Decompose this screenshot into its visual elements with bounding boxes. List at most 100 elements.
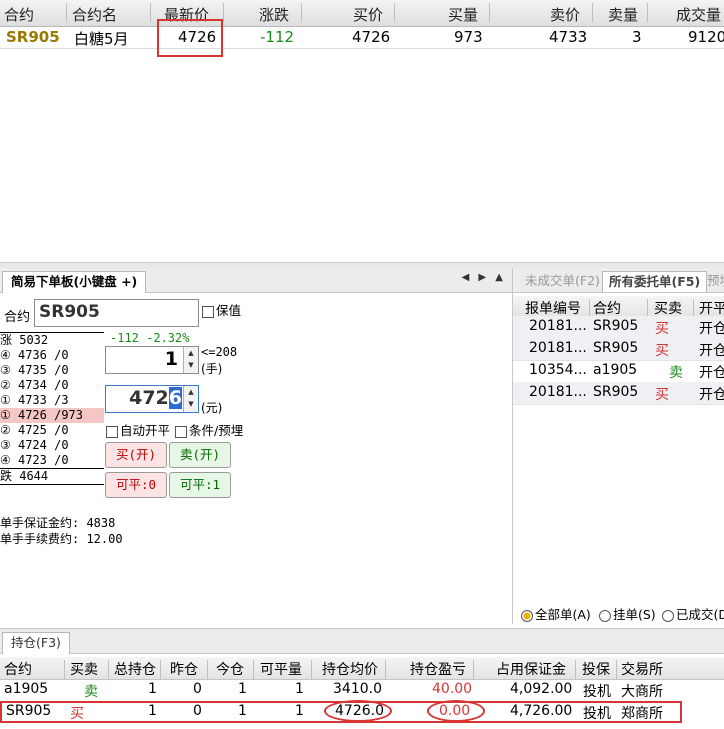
condition-checkbox[interactable]: 条件/预埋 [175,420,243,439]
header-volume[interactable]: 成交量 [676,4,721,25]
pos-col-today[interactable]: 今仓 [216,659,244,679]
limit-down: 跌 4644 [0,468,104,485]
bid-level-4[interactable]: ④ 4723 /0 [0,453,104,468]
pos-exchange: 郑商所 [621,706,663,722]
pos-col-pnl[interactable]: 持仓盈亏 [410,659,466,679]
close-sell-button[interactable]: 可平:1 [169,472,231,498]
bid-level-1[interactable]: ① 4726 /973 [0,408,104,423]
hedge-checkbox[interactable]: 保值 [202,300,241,319]
quote-change: -112 [260,28,295,46]
orders-col-id[interactable]: 报单编号 [525,298,581,318]
orders-col-oc[interactable]: 开平 [699,298,724,318]
tab-all-orders[interactable]: 所有委托单(F5) [602,271,708,292]
tab-positions[interactable]: 持仓(F3) [2,632,70,654]
header-bid[interactable]: 买价 [353,4,383,25]
pos-closable: 1 [295,681,304,697]
pos-total: 1 [148,703,157,719]
contract-input[interactable]: SR905 [34,299,199,327]
qty-arrows-icon[interactable]: ▲ ▼ [183,347,198,373]
header-name[interactable]: 合约名 [72,4,117,25]
order-row[interactable]: 20181... SR905 买 开仓 [513,338,724,361]
radio-icon [521,609,533,622]
filter-all[interactable]: 全部单(A) [521,604,591,623]
auto-close-label: 自动开平 [120,423,171,438]
order-oc: 开仓 [699,321,724,337]
tab-preset[interactable]: 预埋 [701,271,724,291]
pos-col-contract[interactable]: 合约 [4,659,32,679]
tab-simple-order[interactable]: 简易下单板(小键盘 +) [2,271,147,293]
orders-panel: 未成交单(F2) 所有委托单(F5) 预埋 报单编号 合约 买卖 开平 2018… [513,268,724,624]
positions-panel: 持仓(F3) 合约 买卖 总持仓 昨仓 今仓 可平量 持仓均价 持仓盈亏 占用保… [0,628,724,729]
order-oc: 开仓 [699,365,724,381]
ask-level-1[interactable]: ① 4733 /3 [0,393,104,408]
price-stepper[interactable]: 4726 ▲ ▼ [105,385,199,413]
qty-unit: (手) [201,362,223,376]
bid-level-3[interactable]: ③ 4724 /0 [0,438,104,453]
header-change[interactable]: 涨跌 [259,4,289,25]
pos-col-margin[interactable]: 占用保证金 [496,659,566,679]
pos-margin: 4,092.00 [510,681,573,697]
ask-level-4[interactable]: ④ 4736 /0 [0,348,104,363]
ask-level-2[interactable]: ② 4734 /0 [0,378,104,393]
filter-pending[interactable]: 挂单(S) [599,604,656,623]
limit-up: 涨 5032 [0,332,104,348]
close-buy-button[interactable]: 可平:0 [105,472,167,498]
bid-level-2[interactable]: ② 4725 /0 [0,423,104,438]
header-bid-vol[interactable]: 买量 [448,4,478,25]
order-side: 买 [655,321,669,337]
qty-stepper[interactable]: 1 ▲ ▼ [105,346,199,374]
header-ask[interactable]: 卖价 [550,4,580,25]
contract-input-value: SR905 [39,302,100,322]
order-filter-bar: 全部单(A) 挂单(S) 已成交(D [513,602,724,622]
pos-col-yesterday[interactable]: 昨仓 [170,659,198,679]
pos-side: 卖 [84,684,98,700]
filter-filled[interactable]: 已成交(D [662,604,724,623]
order-id: 20181... [529,384,587,400]
sell-open-button[interactable]: 卖(开) [169,442,231,468]
hedge-label: 保值 [216,303,242,318]
price-arrows-icon[interactable]: ▲ ▼ [183,386,198,412]
checkbox-icon [202,305,214,318]
filter-all-label: 全部单(A) [535,607,591,622]
pos-col-exchange[interactable]: 交易所 [621,659,663,679]
pos-col-total[interactable]: 总持仓 [114,659,156,679]
radio-icon [662,609,674,622]
auto-close-checkbox[interactable]: 自动开平 [106,420,170,439]
quote-table: 合约 合约名 最新价 涨跌 买价 买量 卖价 卖量 成交量 SR905 白糖5月… [0,0,724,57]
pos-contract: a1905 [4,681,49,697]
positions-header: 合约 买卖 总持仓 昨仓 今仓 可平量 持仓均价 持仓盈亏 占用保证金 投保 交… [0,657,724,680]
order-row[interactable]: 20181... SR905 买 开仓 [513,316,724,339]
orders-col-side[interactable]: 买卖 [654,298,682,318]
margin-estimate: 单手保证金约: 4838 [0,516,116,530]
pos-col-closable[interactable]: 可平量 [260,659,302,679]
pos-today: 1 [238,681,247,697]
pos-side: 买 [70,706,84,722]
pos-yesterday: 0 [193,703,202,719]
tab-nav-arrows-icon[interactable]: ◀ ▶ ▲ [462,272,506,283]
order-contract: SR905 [593,340,639,356]
pos-col-avg[interactable]: 持仓均价 [322,659,378,679]
order-row[interactable]: 10354... a1905 卖 开仓 [513,360,724,383]
pos-exchange: 大商所 [621,684,663,700]
qty-value: 1 [164,348,178,370]
order-id: 20181... [529,318,587,334]
quote-header: 合约 合约名 最新价 涨跌 买价 买量 卖价 卖量 成交量 [0,0,724,27]
pos-avg: 3410.0 [333,681,382,697]
change-text: -112 -2.32% [110,331,190,345]
pos-col-side[interactable]: 买卖 [70,659,98,679]
quote-name: 白糖5月 [74,30,129,48]
quote-volume: 9120 [688,28,724,46]
qty-limit: <=208 [201,345,238,359]
buy-open-button[interactable]: 买(开) [105,442,167,468]
tab-unfilled[interactable]: 未成交单(F2) [519,271,606,291]
ask-level-3[interactable]: ③ 4735 /0 [0,363,104,378]
header-contract[interactable]: 合约 [4,4,34,25]
position-row[interactable]: a1905 卖 1 0 1 1 3410.0 40.00 4,092.00 投机… [0,679,724,701]
quote-row[interactable]: SR905 白糖5月 4726 -112 4726 973 4733 3 912… [0,26,724,49]
pos-hedge: 投机 [583,706,611,722]
orders-col-contract[interactable]: 合约 [593,298,621,318]
header-ask-vol[interactable]: 卖量 [608,4,638,25]
order-row[interactable]: 20181... SR905 买 开仓 [513,382,724,405]
pos-col-hedge[interactable]: 投保 [582,659,610,679]
filter-pending-label: 挂单(S) [613,607,656,622]
